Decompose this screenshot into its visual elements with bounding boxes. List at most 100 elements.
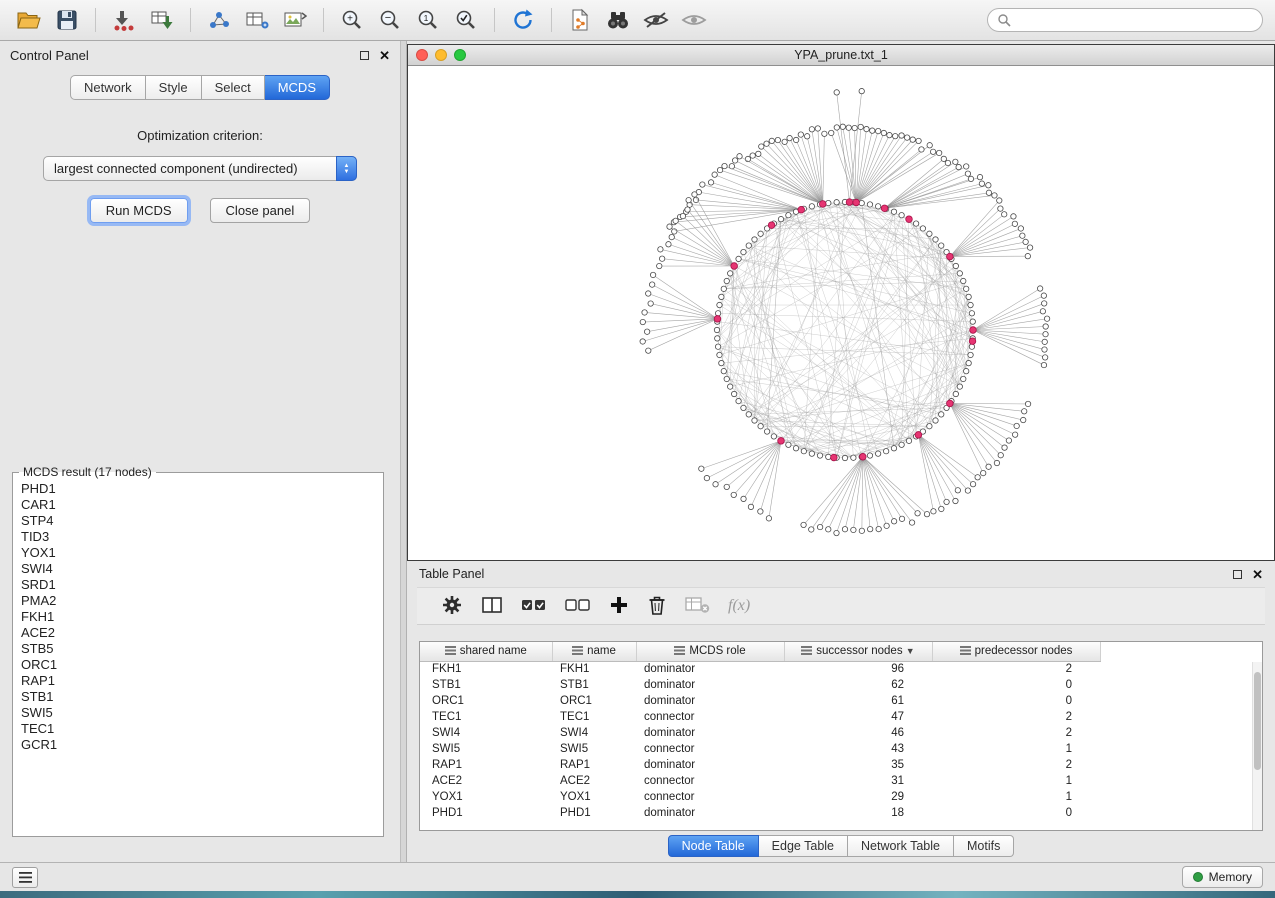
table-cell[interactable]: 61 — [784, 693, 932, 709]
table-row[interactable]: FKH1FKH1dominator962 — [420, 661, 1100, 677]
table-cell[interactable]: connector — [636, 709, 784, 725]
table-cell[interactable]: TEC1 — [420, 709, 552, 725]
table-cell[interactable]: 2 — [932, 725, 1100, 741]
table-cell[interactable]: ORC1 — [552, 693, 636, 709]
table-cell[interactable]: 29 — [784, 789, 932, 805]
zoom-selected-button[interactable] — [449, 5, 483, 35]
mcds-result-item[interactable]: YOX1 — [15, 545, 381, 561]
network-window-titlebar[interactable]: YPA_prune.txt_1 — [408, 45, 1274, 66]
table-cell[interactable]: ORC1 — [420, 693, 552, 709]
open-button[interactable] — [12, 5, 46, 35]
mcds-result-item[interactable]: RAP1 — [15, 673, 381, 689]
mcds-result-item[interactable]: ORC1 — [15, 657, 381, 673]
network-canvas[interactable] — [408, 66, 1274, 560]
table-cell[interactable]: 43 — [784, 741, 932, 757]
column-header-name[interactable]: name — [552, 642, 636, 661]
table-cell[interactable]: 2 — [932, 709, 1100, 725]
table-cell[interactable]: dominator — [636, 805, 784, 821]
table-row[interactable]: SWI5SWI5connector431 — [420, 741, 1100, 757]
mcds-result-item[interactable]: ACE2 — [15, 625, 381, 641]
column-header-shared-name[interactable]: shared name — [420, 642, 552, 661]
sort-dropdown-icon[interactable]: ▼ — [906, 646, 915, 656]
table-cell[interactable]: 1 — [932, 773, 1100, 789]
search-network-button[interactable] — [601, 5, 635, 35]
function-builder-button[interactable]: f(x) — [728, 597, 750, 615]
table-cell[interactable]: connector — [636, 741, 784, 757]
table-row[interactable]: TEC1TEC1connector472 — [420, 709, 1100, 725]
column-header-mcds-role[interactable]: MCDS role — [636, 642, 784, 661]
table-row[interactable]: STB1STB1dominator620 — [420, 677, 1100, 693]
select-all-button[interactable] — [521, 596, 547, 617]
mcds-result-item[interactable]: STB5 — [15, 641, 381, 657]
close-panel-button[interactable]: Close panel — [210, 198, 311, 223]
table-cell[interactable]: ACE2 — [552, 773, 636, 789]
table-cell[interactable]: dominator — [636, 677, 784, 693]
mcds-result-item[interactable]: FKH1 — [15, 609, 381, 625]
table-cell[interactable]: 35 — [784, 757, 932, 773]
tab-node-table[interactable]: Node Table — [668, 835, 759, 857]
memory-button[interactable]: Memory — [1182, 866, 1263, 888]
column-header-successor-nodes[interactable]: successor nodes ▼ — [784, 642, 932, 661]
table-cell[interactable]: 96 — [784, 661, 932, 677]
search-input[interactable] — [1017, 13, 1253, 27]
scrollbar-thumb[interactable] — [1254, 672, 1261, 769]
criterion-select[interactable]: largest connected component (undirected)… — [43, 156, 357, 181]
export-image-button[interactable] — [278, 5, 312, 35]
table-cell[interactable]: FKH1 — [420, 661, 552, 677]
clone-network-button[interactable] — [563, 5, 597, 35]
table-cell[interactable]: connector — [636, 773, 784, 789]
show-all-button[interactable] — [677, 5, 711, 35]
close-panel-icon[interactable]: ✕ — [379, 49, 390, 62]
tab-mcds[interactable]: MCDS — [265, 75, 330, 100]
mcds-result-item[interactable]: GCR1 — [15, 737, 381, 753]
tab-network-table[interactable]: Network Table — [848, 835, 954, 857]
close-table-panel-icon[interactable]: ✕ — [1252, 568, 1263, 581]
table-cell[interactable]: 18 — [784, 805, 932, 821]
table-cell[interactable]: PHD1 — [420, 805, 552, 821]
export-network-button[interactable] — [202, 5, 236, 35]
add-column-button[interactable] — [609, 595, 629, 618]
table-scrollbar[interactable] — [1252, 662, 1262, 830]
unselect-all-button[interactable] — [565, 596, 591, 617]
table-cell[interactable]: TEC1 — [552, 709, 636, 725]
delete-table-button[interactable] — [685, 596, 710, 617]
tab-style[interactable]: Style — [146, 75, 202, 100]
table-cell[interactable]: RAP1 — [420, 757, 552, 773]
table-cell[interactable]: 47 — [784, 709, 932, 725]
table-cell[interactable]: STB1 — [552, 677, 636, 693]
table-row[interactable]: RAP1RAP1dominator352 — [420, 757, 1100, 773]
table-settings-button[interactable] — [441, 594, 463, 619]
mcds-result-item[interactable]: SRD1 — [15, 577, 381, 593]
mcds-result-item[interactable]: SWI4 — [15, 561, 381, 577]
refresh-button[interactable] — [506, 5, 540, 35]
mcds-result-item[interactable]: STP4 — [15, 513, 381, 529]
panel-menu-button[interactable] — [12, 867, 38, 888]
tab-network[interactable]: Network — [70, 75, 146, 100]
import-table-button[interactable] — [145, 5, 179, 35]
tab-edge-table[interactable]: Edge Table — [759, 835, 848, 857]
table-cell[interactable]: 1 — [932, 789, 1100, 805]
table-cell[interactable]: 1 — [932, 741, 1100, 757]
save-button[interactable] — [50, 5, 84, 35]
table-row[interactable]: YOX1YOX1connector291 — [420, 789, 1100, 805]
delete-column-button[interactable] — [647, 594, 667, 619]
table-cell[interactable]: ACE2 — [420, 773, 552, 789]
search-box[interactable] — [987, 8, 1263, 32]
zoom-in-button[interactable]: + — [335, 5, 369, 35]
table-row[interactable]: PHD1PHD1dominator180 — [420, 805, 1100, 821]
table-cell[interactable]: SWI4 — [552, 725, 636, 741]
mcds-result-item[interactable]: PMA2 — [15, 593, 381, 609]
float-panel-icon[interactable] — [360, 51, 369, 60]
table-cell[interactable]: 0 — [932, 693, 1100, 709]
column-header-predecessor-nodes[interactable]: predecessor nodes — [932, 642, 1100, 661]
table-cell[interactable]: FKH1 — [552, 661, 636, 677]
mcds-result-item[interactable]: TID3 — [15, 529, 381, 545]
tab-select[interactable]: Select — [202, 75, 265, 100]
table-cell[interactable]: 2 — [932, 661, 1100, 677]
table-row[interactable]: ORC1ORC1dominator610 — [420, 693, 1100, 709]
mcds-result-item[interactable]: SWI5 — [15, 705, 381, 721]
table-cell[interactable]: SWI4 — [420, 725, 552, 741]
table-cell[interactable]: YOX1 — [552, 789, 636, 805]
mcds-result-item[interactable]: TEC1 — [15, 721, 381, 737]
table-cell[interactable]: dominator — [636, 757, 784, 773]
